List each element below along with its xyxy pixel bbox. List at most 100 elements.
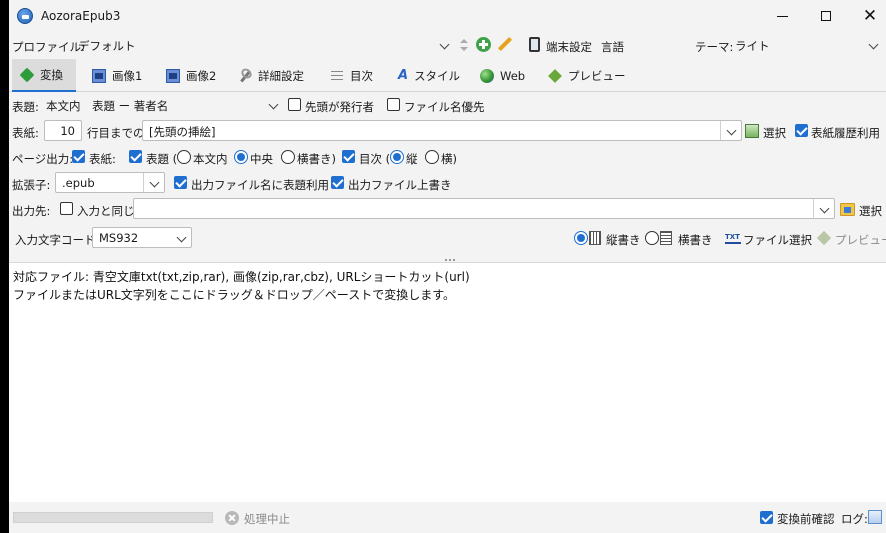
- profile-select[interactable]: デフォルト: [71, 34, 455, 55]
- theme-value: ライト: [735, 39, 770, 53]
- title-pos-center-label: 中央: [250, 152, 273, 166]
- tab-image2[interactable]: 画像2: [158, 59, 224, 92]
- edit-profile-icon[interactable]: [497, 37, 513, 53]
- close-button[interactable]: ✕: [848, 0, 886, 32]
- toc-vertical-radio[interactable]: [390, 150, 404, 164]
- encoding-label: 入力文字コード: [15, 233, 96, 247]
- tab-bar: 変換 画像1 画像2 詳細設定 目次 A スタイル Web プレビュー: [9, 59, 886, 92]
- tab-web[interactable]: Web: [472, 59, 533, 92]
- drop-log-area[interactable]: 対応ファイル: 青空文庫txt(txt,zip,rar), 画像(zip,rar…: [9, 262, 886, 502]
- chevron-down-icon: [868, 39, 879, 50]
- profile-value: デフォルト: [78, 39, 136, 53]
- image-icon: [92, 68, 106, 83]
- stop-button[interactable]: 処理中止: [244, 511, 290, 527]
- toc-horizontal-label: 横): [441, 152, 457, 166]
- output-path-select[interactable]: [133, 198, 835, 219]
- chevron-down-icon: [819, 203, 830, 214]
- tab-label: スタイル: [414, 68, 461, 83]
- title-format-value: 本文内 表題 ー 著者名: [46, 99, 169, 113]
- tab-image1[interactable]: 画像1: [84, 59, 150, 92]
- device-settings-button[interactable]: 端末設定: [546, 39, 592, 55]
- tab-detail-settings[interactable]: 詳細設定: [230, 59, 312, 92]
- tab-toc[interactable]: 目次: [322, 59, 381, 92]
- page-toc-label: 目次 (: [359, 152, 391, 166]
- tab-label: Web: [500, 68, 526, 83]
- chevron-down-icon: [439, 39, 450, 50]
- minimize-button[interactable]: [760, 0, 804, 32]
- globe-icon: [480, 68, 494, 83]
- add-profile-icon[interactable]: [476, 37, 491, 52]
- cover-value: [先頭の挿絵]: [149, 125, 216, 139]
- vertical-writing-radio[interactable]: [574, 231, 588, 245]
- window-title: AozoraEpub3: [41, 9, 121, 23]
- title-pos-body-label: 本文内: [193, 152, 228, 166]
- splitter-grip[interactable]: [445, 259, 457, 261]
- output-label: 出力先:: [12, 204, 51, 218]
- same-as-input-checkbox[interactable]: [60, 202, 73, 215]
- profile-spinner[interactable]: [458, 36, 468, 54]
- stop-icon: [225, 511, 239, 525]
- tab-label: 画像1: [112, 68, 143, 83]
- confirm-before-convert-checkbox[interactable]: [760, 511, 773, 524]
- style-icon: A: [398, 68, 409, 83]
- filename-priority-checkbox[interactable]: [387, 98, 400, 111]
- same-as-input-label: 入力と同じ: [77, 204, 135, 218]
- tab-label: プレビュー: [568, 68, 626, 83]
- horizontal-writing-radio[interactable]: [645, 231, 659, 245]
- title-pos-horizontal-radio[interactable]: [281, 150, 295, 164]
- log-window-icon[interactable]: [868, 510, 882, 524]
- encoding-select[interactable]: MS932: [92, 227, 192, 248]
- cover-select-button[interactable]: 選択: [763, 125, 786, 141]
- app-window: AozoraEpub3 ✕ プロファイル: デフォルト 端末設定 言語 テーマ:…: [9, 0, 886, 533]
- tab-convert[interactable]: 変換: [12, 59, 76, 92]
- page-toc-checkbox[interactable]: [342, 150, 355, 163]
- cover-select[interactable]: [先頭の挿絵]: [142, 120, 742, 141]
- horizontal-writing-icon: [660, 231, 672, 245]
- overwrite-checkbox[interactable]: [331, 176, 344, 189]
- cover-label: 表紙:: [12, 126, 39, 140]
- title-format-select[interactable]: 本文内 表題 ー 著者名: [41, 94, 284, 115]
- file-select-button[interactable]: TXT ファイル選択: [719, 227, 812, 249]
- toc-vertical-label: 縦: [406, 152, 418, 166]
- title-pos-center-radio[interactable]: [234, 150, 248, 164]
- cover-line-input[interactable]: 10: [44, 120, 82, 141]
- log-line: 対応ファイル: 青空文庫txt(txt,zip,rar), 画像(zip,rar…: [13, 270, 470, 284]
- page-title-checkbox[interactable]: [129, 150, 142, 163]
- cover-line-value: 10: [60, 124, 75, 138]
- app-icon: [17, 8, 33, 24]
- use-title-filename-label: 出力ファイル名に表題利用: [191, 178, 329, 192]
- page-cover-checkbox[interactable]: [72, 150, 85, 163]
- tab-label: 変換: [40, 67, 63, 82]
- cover-image-icon: [745, 124, 759, 138]
- extension-select[interactable]: .epub: [55, 172, 165, 193]
- tab-preview[interactable]: プレビュー: [540, 59, 634, 92]
- preview-icon: [548, 68, 562, 83]
- cover-history-label: 表紙履歴利用: [811, 126, 880, 140]
- chevron-down-icon: [726, 125, 737, 136]
- horizontal-writing-label: 横書き: [678, 233, 713, 247]
- preview-icon: [816, 230, 832, 246]
- author-first-label: 先頭が発行者: [305, 100, 374, 114]
- tab-label: 目次: [350, 68, 373, 83]
- minimize-icon: [776, 15, 788, 17]
- preview-button[interactable]: プレビュー: [815, 227, 886, 249]
- author-first-checkbox[interactable]: [288, 98, 301, 111]
- title-bar: AozoraEpub3 ✕: [9, 0, 886, 32]
- language-button[interactable]: 言語: [601, 39, 624, 55]
- device-icon: [529, 37, 540, 52]
- theme-select[interactable]: ライト: [728, 34, 884, 55]
- use-title-filename-checkbox[interactable]: [174, 176, 187, 189]
- tab-style[interactable]: A スタイル: [390, 59, 468, 92]
- maximize-button[interactable]: [804, 0, 848, 32]
- chevron-down-icon: [268, 99, 279, 110]
- page-title-label: 表題 (: [146, 152, 178, 166]
- cover-history-checkbox[interactable]: [795, 124, 808, 137]
- cover-lines-suffix: 行目までの: [87, 126, 145, 140]
- output-select-button[interactable]: 選択: [859, 203, 882, 219]
- chevron-down-icon: [149, 177, 160, 188]
- toc-horizontal-radio[interactable]: [425, 150, 439, 164]
- file-select-label: ファイル選択: [743, 233, 812, 247]
- title-pos-body-radio[interactable]: [177, 150, 191, 164]
- filename-priority-label: ファイル名優先: [404, 100, 485, 114]
- list-icon: [330, 69, 344, 83]
